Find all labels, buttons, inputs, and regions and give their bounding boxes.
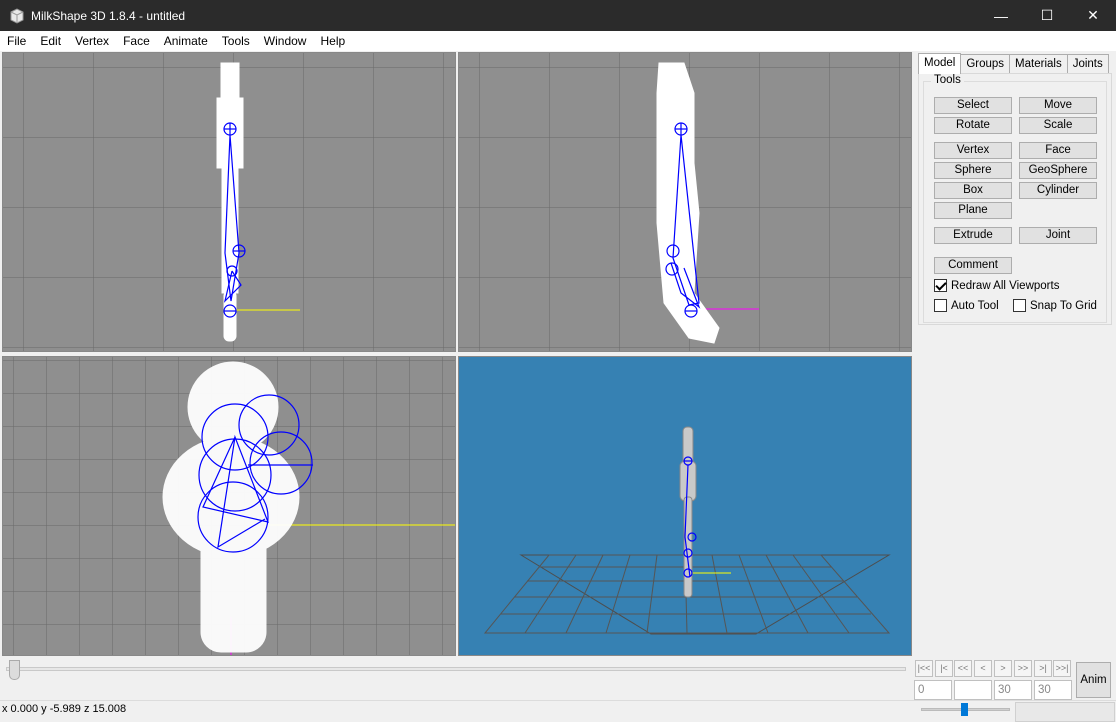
joint-button[interactable]: Joint (1019, 227, 1097, 244)
next-frame-button[interactable]: > (994, 660, 1012, 677)
geosphere-button[interactable]: GeoSphere (1019, 162, 1097, 179)
maximize-button[interactable]: ☐ (1024, 0, 1070, 31)
comment-button[interactable]: Comment (934, 257, 1012, 274)
viewport-top[interactable] (2, 356, 456, 656)
tab-joints[interactable]: Joints (1066, 54, 1109, 73)
cylinder-button[interactable]: Cylinder (1019, 182, 1097, 199)
fast-forward-button[interactable]: >> (1014, 660, 1032, 677)
milkshape-app-icon (10, 7, 24, 24)
next-key-button[interactable]: >| (1034, 660, 1052, 677)
title-bar: MilkShape 3D 1.8.4 - untitled — ☐ ✕ (0, 0, 1116, 31)
tools-group-label: Tools (931, 74, 964, 86)
tab-materials[interactable]: Materials (1009, 54, 1068, 73)
viewport-front[interactable] (2, 52, 456, 352)
panel-tabs: Model Groups Materials Joints (918, 53, 1109, 74)
zoom-slider-thumb[interactable] (961, 703, 968, 716)
model-panel: Model Groups Materials Joints Tools Sele… (914, 51, 1116, 656)
extrude-button[interactable]: Extrude (934, 227, 1012, 244)
menu-bar: File Edit Vertex Face Animate Tools Wind… (0, 31, 1116, 51)
last-frame-button[interactable]: >>| (1053, 660, 1071, 677)
snap-to-grid-checkbox[interactable]: Snap To Grid (1013, 299, 1097, 312)
menu-edit[interactable]: Edit (33, 31, 68, 51)
rotate-button[interactable]: Rotate (934, 117, 1012, 134)
viewport-front-canvas[interactable] (3, 53, 455, 351)
window-title: MilkShape 3D 1.8.4 - untitled (31, 8, 186, 23)
viewport-3d-canvas[interactable] (459, 357, 911, 655)
menu-file[interactable]: File (0, 31, 33, 51)
sphere-button[interactable]: Sphere (934, 162, 1012, 179)
tools-group: Tools Select Move Rotate Scale Vertex Fa… (923, 74, 1107, 323)
auto-tool-checkbox-box[interactable] (934, 299, 947, 312)
animation-timeline: |<< |< << < > >> >| >>| 0 30 30 Anim (0, 657, 1116, 700)
current-frame-field[interactable]: 0 (914, 680, 952, 700)
redraw-all-viewports-checkbox[interactable]: Redraw All Viewports (934, 279, 1059, 292)
tab-content-model: Tools Select Move Rotate Scale Vertex Fa… (918, 73, 1112, 325)
start-frame-field[interactable]: 30 (994, 680, 1032, 700)
coordinates-readout: x 0.000 y -5.989 z 15.008 (2, 703, 127, 715)
redraw-checkbox-label: Redraw All Viewports (951, 279, 1060, 292)
prev-frame-button[interactable]: < (974, 660, 992, 677)
tab-model[interactable]: Model (918, 53, 962, 74)
move-button[interactable]: Move (1019, 97, 1097, 114)
rewind-button[interactable]: << (954, 660, 972, 677)
viewport-side-canvas[interactable] (459, 53, 911, 351)
tab-groups[interactable]: Groups (960, 54, 1011, 73)
end-frame-field[interactable]: 30 (1034, 680, 1072, 700)
scale-button[interactable]: Scale (1019, 117, 1097, 134)
auto-tool-checkbox-label: Auto Tool (951, 299, 999, 312)
vertex-button[interactable]: Vertex (934, 142, 1012, 159)
face-button[interactable]: Face (1019, 142, 1097, 159)
status-pane (1015, 702, 1115, 722)
model-3d (679, 426, 697, 598)
menu-animate[interactable]: Animate (157, 31, 215, 51)
anim-button[interactable]: Anim (1076, 662, 1111, 698)
plane-button[interactable]: Plane (934, 202, 1012, 219)
timeline-track[interactable] (6, 667, 906, 671)
prev-key-button[interactable]: |< (935, 660, 953, 677)
milkshape-window: MilkShape 3D 1.8.4 - untitled — ☐ ✕ File… (0, 0, 1116, 722)
select-button[interactable]: Select (934, 97, 1012, 114)
menu-window[interactable]: Window (257, 31, 314, 51)
snap-checkbox-label: Snap To Grid (1030, 299, 1097, 312)
timeline-slider-thumb[interactable] (9, 660, 20, 680)
menu-vertex[interactable]: Vertex (68, 31, 116, 51)
auto-tool-checkbox[interactable]: Auto Tool (934, 299, 999, 312)
minimize-button[interactable]: — (978, 0, 1024, 31)
box-button[interactable]: Box (934, 182, 1012, 199)
viewport-top-canvas[interactable] (3, 357, 455, 655)
menu-face[interactable]: Face (116, 31, 157, 51)
close-button[interactable]: ✕ (1070, 0, 1116, 31)
redraw-checkbox-box[interactable] (934, 279, 947, 292)
viewport-3d[interactable] (458, 356, 912, 656)
menu-tools[interactable]: Tools (215, 31, 257, 51)
snap-checkbox-box[interactable] (1013, 299, 1026, 312)
first-frame-button[interactable]: |<< (915, 660, 933, 677)
status-bar: x 0.000 y -5.989 z 15.008 (0, 700, 1116, 722)
menu-help[interactable]: Help (313, 31, 352, 51)
frame-field-blank[interactable] (954, 680, 992, 700)
viewport-side[interactable] (458, 52, 912, 352)
